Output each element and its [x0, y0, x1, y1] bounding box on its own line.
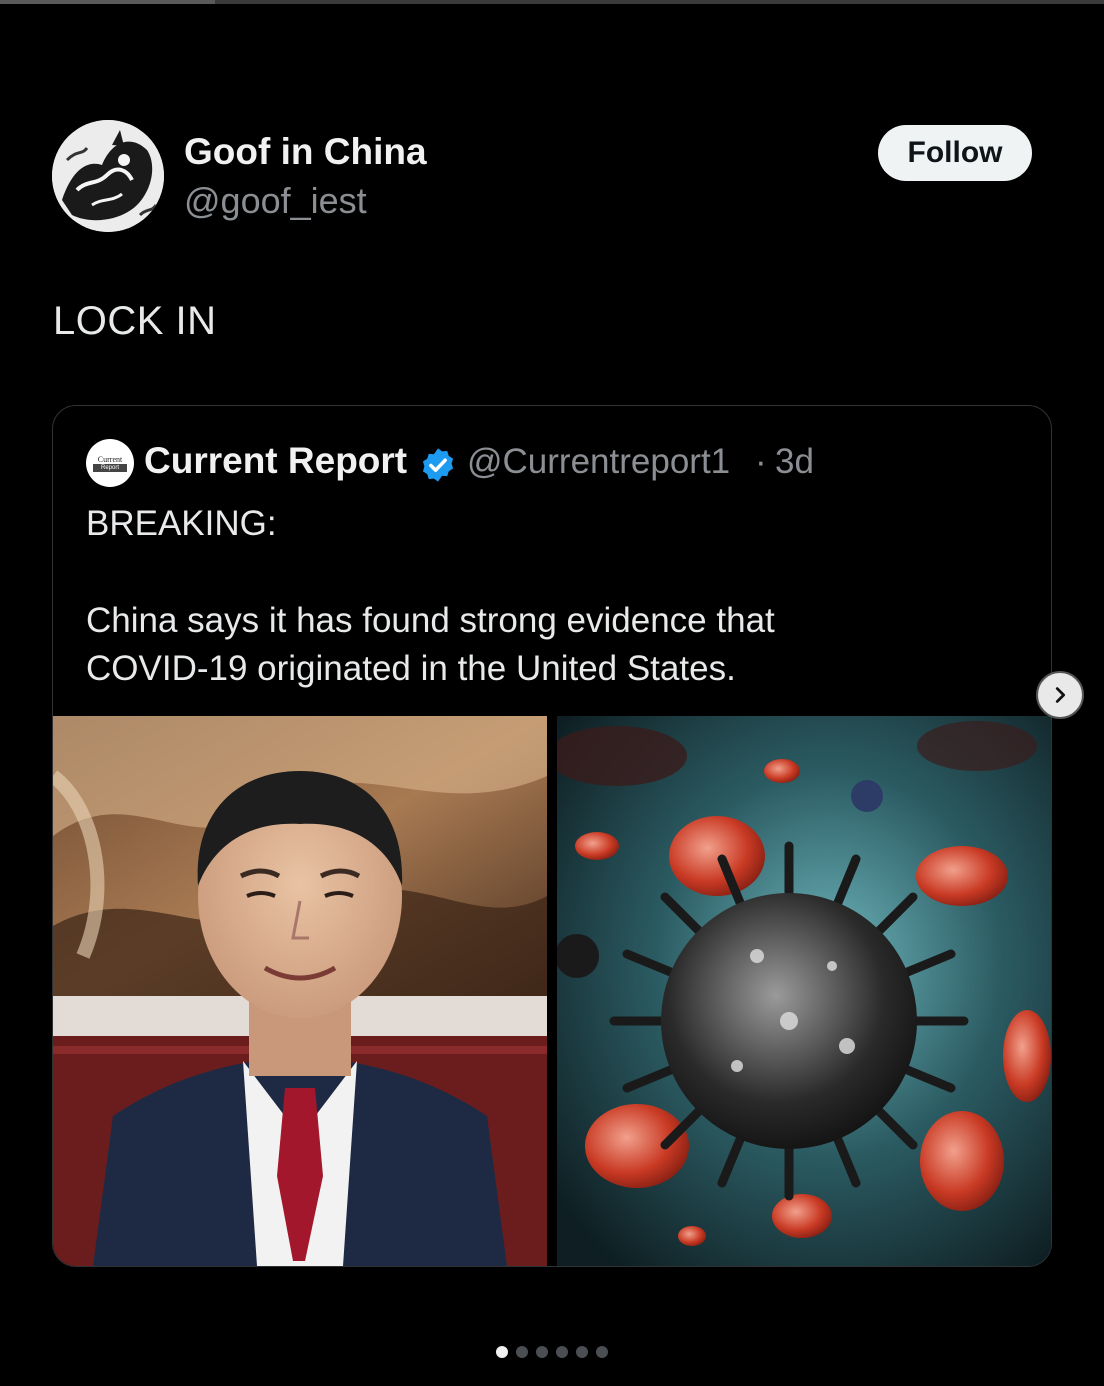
quoted-author-name[interactable]: Current Report	[144, 440, 407, 482]
carousel-next-button[interactable]	[1036, 671, 1084, 719]
pagination-dot[interactable]	[536, 1346, 548, 1358]
quoted-author-handle[interactable]: @Currentreport1	[467, 442, 730, 482]
quoted-text-line-2: China says it has found strong evidence …	[86, 601, 775, 640]
follow-button[interactable]: Follow	[878, 125, 1032, 181]
image-divider	[547, 716, 557, 1266]
pagination-dot[interactable]	[516, 1346, 528, 1358]
pagination-dot[interactable]	[576, 1346, 588, 1358]
top-progress-bar	[0, 0, 1104, 4]
quoted-timestamp[interactable]: 3d	[775, 442, 814, 482]
chevron-right-icon	[1055, 687, 1066, 703]
quoted-text-line-1: BREAKING:	[86, 504, 277, 543]
quoted-image-virus[interactable]	[557, 716, 1051, 1266]
author-avatar[interactable]	[52, 120, 164, 232]
ink-dragon-avatar-icon	[52, 120, 164, 232]
virus-illustration-icon	[557, 716, 1051, 1266]
quoted-avatar[interactable]: Current Report	[86, 439, 134, 487]
pagination-dot[interactable]	[556, 1346, 568, 1358]
quoted-avatar-text-top: Current	[97, 454, 123, 464]
pagination-dot[interactable]	[596, 1346, 608, 1358]
quoted-text-line-3: COVID-19 originated in the United States…	[86, 649, 736, 688]
carousel-pagination	[496, 1346, 608, 1358]
post-text: LOCK IN	[53, 299, 217, 343]
author-handle[interactable]: @goof_iest	[184, 180, 367, 222]
quoted-image-portrait[interactable]	[53, 716, 547, 1266]
portrait-photo-icon	[53, 716, 547, 1266]
quoted-avatar-text-bottom: Report	[93, 463, 127, 472]
meta-separator: ·	[755, 442, 767, 481]
pagination-dot[interactable]	[496, 1346, 508, 1358]
top-progress-segment	[0, 0, 215, 4]
author-name[interactable]: Goof in China	[184, 131, 427, 173]
verified-badge-icon	[422, 448, 454, 482]
quoted-post-card[interactable]: Current Report Current Report @Currentre…	[52, 405, 1052, 1267]
